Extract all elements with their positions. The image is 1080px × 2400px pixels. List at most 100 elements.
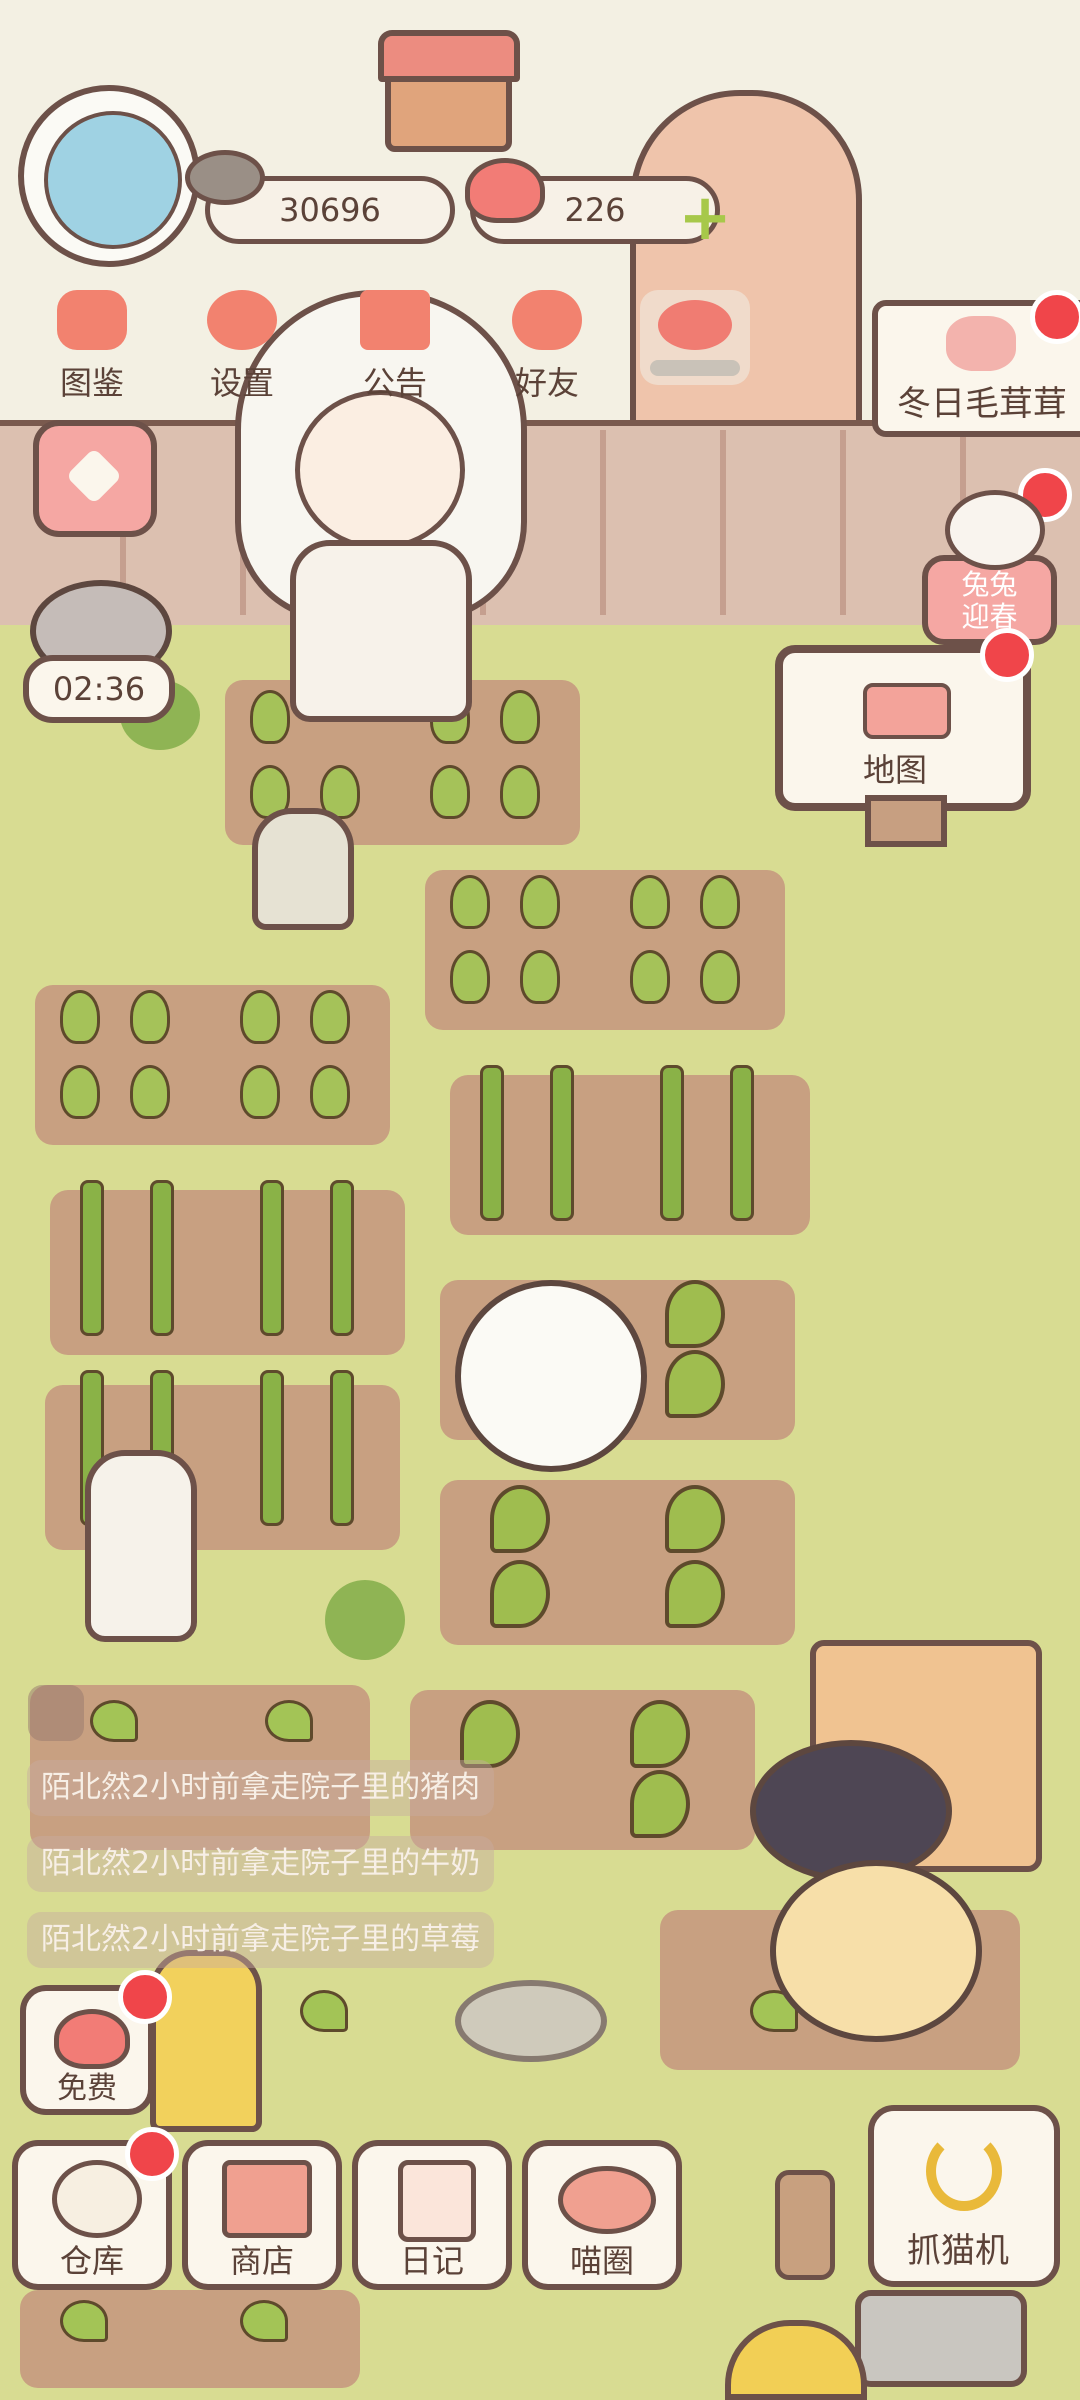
fence-plank — [720, 430, 726, 615]
timer-badge[interactable]: 02:36 — [23, 655, 175, 723]
map-sign-post — [865, 795, 947, 847]
plus-icon[interactable]: + — [675, 186, 735, 250]
claw-icon — [926, 2131, 1002, 2211]
cat-planet-icon — [558, 2166, 656, 2234]
nav-catcircle-button[interactable]: 喵圈 — [522, 2140, 682, 2290]
crop-leaf — [490, 1560, 550, 1628]
timer-value: 02:36 — [52, 670, 146, 708]
crop-sprout — [500, 765, 540, 819]
nav-warehouse-label: 仓库 — [59, 2242, 124, 2280]
crop-corn — [480, 1065, 504, 1221]
menu-settings-label: 设置 — [209, 364, 274, 402]
character-body — [290, 540, 472, 722]
crop-corn — [330, 1180, 354, 1336]
crop-seedling — [90, 1700, 138, 1742]
crop-corn — [330, 1370, 354, 1526]
claw-machine-label: 抓猫机 — [907, 2231, 1009, 2271]
ice-cream-sundae — [85, 1450, 197, 1642]
crop-leaf — [665, 1280, 725, 1348]
bunny-icon — [945, 490, 1045, 570]
map-badge — [980, 628, 1034, 682]
crop-sprout — [240, 1065, 280, 1119]
nav-shop-label: 商店 — [229, 2242, 294, 2280]
crop-seedling — [300, 1990, 348, 2032]
rock-decoration — [455, 1980, 607, 2062]
birdhouse-roof — [378, 30, 520, 82]
crop-corn — [260, 1370, 284, 1526]
golden-puppy[interactable] — [770, 1860, 982, 2042]
menu-friends-button[interactable]: 好友 — [487, 290, 607, 410]
menu-settings-button[interactable]: 设置 — [182, 290, 302, 410]
farm-plot[interactable] — [450, 1075, 810, 1235]
crop-sprout — [240, 990, 280, 1044]
activity-feed-item: 陌北然2小时前拿走院子里的牛奶 — [27, 1836, 495, 1892]
crop-sprout — [700, 875, 740, 929]
hidden-menu-button[interactable] — [640, 290, 750, 385]
cat-book-icon — [57, 290, 127, 350]
gift-icon — [360, 290, 430, 350]
crop-corn — [660, 1065, 684, 1221]
gear-icon — [207, 290, 277, 350]
menu-catalog-label: 图鉴 — [59, 364, 124, 402]
crop-seedling — [60, 2300, 108, 2342]
fish-icon — [185, 150, 265, 205]
crop-leaf — [490, 1485, 550, 1553]
paw-icon — [946, 316, 1016, 371]
menu-loading-bar — [650, 360, 740, 376]
white-puppy[interactable] — [455, 1280, 647, 1472]
crop-sprout — [310, 1065, 350, 1119]
menu-friends-label: 好友 — [514, 364, 579, 402]
crop-leaf — [630, 1770, 690, 1838]
claw-machine-button[interactable]: 抓猫机 — [868, 2105, 1060, 2287]
menu-announcement-label: 公告 — [362, 364, 427, 402]
nav-shop-button[interactable]: 商店 — [182, 2140, 342, 2290]
crop-leaf — [460, 1700, 520, 1768]
menu-catalog-button[interactable]: 图鉴 — [32, 290, 152, 410]
crop-seedling — [240, 2300, 288, 2342]
crop-corn — [150, 1180, 174, 1336]
warehouse-badge — [125, 2127, 179, 2181]
nav-diary-button[interactable]: 日记 — [352, 2140, 512, 2290]
bunny-event-label-2: 迎春 — [961, 600, 1018, 633]
pencil-icon — [65, 447, 123, 505]
crop-corn — [730, 1065, 754, 1221]
feed-toggle-icon[interactable] — [28, 1685, 84, 1741]
avatar[interactable] — [18, 85, 200, 267]
crop-leaf — [630, 1700, 690, 1768]
event-banner-badge — [1030, 290, 1080, 344]
crop-leaf — [665, 1350, 725, 1418]
crop-sprout — [450, 950, 490, 1004]
crop-sprout — [630, 875, 670, 929]
claw-machine-base — [855, 2290, 1027, 2387]
free-label: 免费 — [57, 2071, 117, 2106]
crop-leaf — [665, 1485, 725, 1553]
crop-sprout — [60, 990, 100, 1044]
crop-sprout — [520, 950, 560, 1004]
crop-sprout — [60, 1065, 100, 1119]
stone-lantern — [252, 808, 354, 930]
crop-sprout — [520, 875, 560, 929]
crop-sprout — [450, 875, 490, 929]
diary-edit-button[interactable] — [33, 420, 157, 537]
activity-feed-item: 陌北然2小时前拿走院子里的草莓 — [27, 1912, 495, 1968]
crop-sprout — [130, 1065, 170, 1119]
heart-icon — [465, 158, 545, 223]
arched-door — [630, 90, 862, 442]
chihuahua-pet[interactable] — [750, 1740, 952, 1882]
crop-sprout — [630, 950, 670, 1004]
event-banner-label: 冬日毛茸茸 — [897, 384, 1067, 424]
diary-icon — [398, 2160, 476, 2242]
nav-catcircle-label: 喵圈 — [569, 2242, 634, 2280]
fence-post — [775, 2170, 835, 2280]
warehouse-icon — [52, 2160, 142, 2238]
character-face — [295, 390, 465, 550]
shop-icon — [222, 2160, 312, 2238]
fence-icon — [863, 683, 951, 739]
menu-announcement-button[interactable]: 公告 — [335, 290, 455, 410]
activity-feed-item: 陌北然2小时前拿走院子里的猪肉 — [27, 1760, 495, 1816]
crop-seedling — [265, 1700, 313, 1742]
avatar-portrait — [44, 111, 182, 249]
friends-icon — [512, 290, 582, 350]
crop-corn — [550, 1065, 574, 1221]
tulip-pot — [150, 1950, 262, 2132]
